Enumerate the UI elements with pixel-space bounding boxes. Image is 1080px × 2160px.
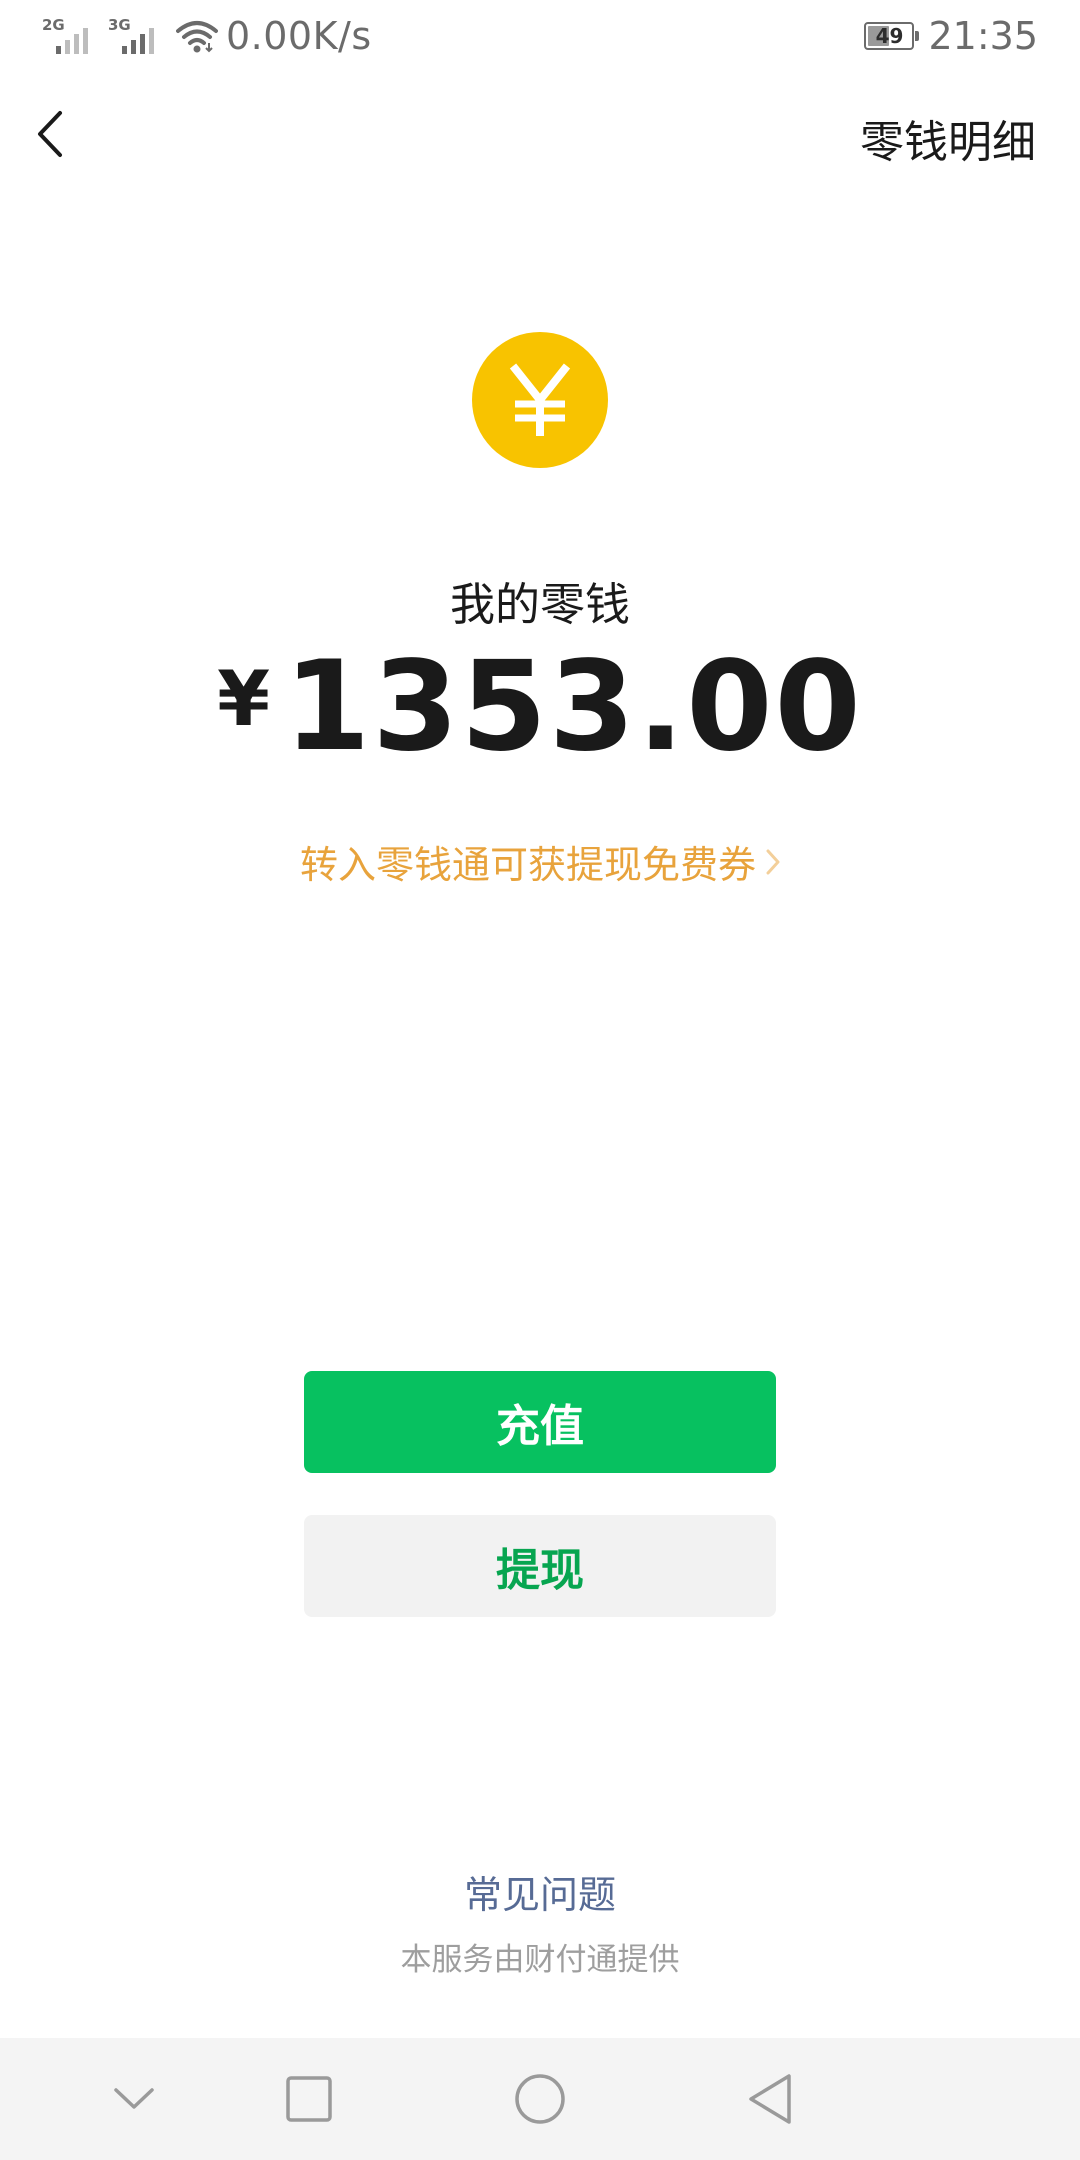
back-triangle-icon	[749, 2074, 791, 2124]
yuan-symbol-icon	[509, 363, 571, 436]
status-right: 49 21:35	[864, 14, 1038, 58]
clock: 21:35	[928, 14, 1038, 58]
chevron-right-icon	[766, 849, 780, 875]
balance-label: 我的零钱	[449, 578, 630, 631]
recent-apps-button[interactable]	[249, 2038, 369, 2160]
back-button[interactable]	[28, 104, 72, 164]
faq-link[interactable]: 常见问题	[0, 1864, 1080, 1919]
status-left: 2G 3G 0.00K/s	[40, 14, 372, 58]
wallet-balance-screen: 2G 3G 0.00K/s 49 21:35 零钱明细 我的零钱 ¥ 1353.…	[0, 0, 1080, 2160]
topup-button[interactable]: 充值	[304, 1371, 776, 1473]
withdraw-button[interactable]: 提现	[304, 1515, 776, 1617]
service-provider-note: 本服务由财付通提供	[400, 1942, 680, 1978]
yuan-coin-icon	[472, 332, 608, 468]
wifi-icon	[176, 21, 218, 53]
system-back-button[interactable]	[710, 2038, 830, 2160]
currency-symbol: ¥	[217, 654, 271, 743]
system-navigation-bar	[0, 2038, 1080, 2160]
network-speed: 0.00K/s	[226, 14, 372, 58]
balance-amount: ¥ 1353.00	[0, 645, 1080, 769]
hide-nav-button[interactable]	[74, 2038, 194, 2160]
promo-link[interactable]: 转入零钱通可获提现免费券	[0, 834, 1080, 889]
promo-text: 转入零钱通可获提现免费券	[299, 843, 756, 887]
chevron-left-icon	[38, 111, 62, 157]
battery-level: 49	[875, 24, 904, 48]
home-icon	[515, 2074, 565, 2124]
chevron-down-icon	[114, 2088, 154, 2109]
battery-icon: 49	[864, 22, 920, 50]
balance-details-link[interactable]: 零钱明细	[860, 106, 1036, 170]
signal-icon: 2G	[40, 16, 98, 56]
balance-value: 1353.00	[284, 635, 863, 779]
home-button[interactable]	[480, 2038, 600, 2160]
signal-icon: 3G	[106, 16, 164, 56]
recent-apps-icon	[286, 2076, 332, 2122]
status-bar: 2G 3G 0.00K/s 49 21:35	[0, 0, 1080, 72]
